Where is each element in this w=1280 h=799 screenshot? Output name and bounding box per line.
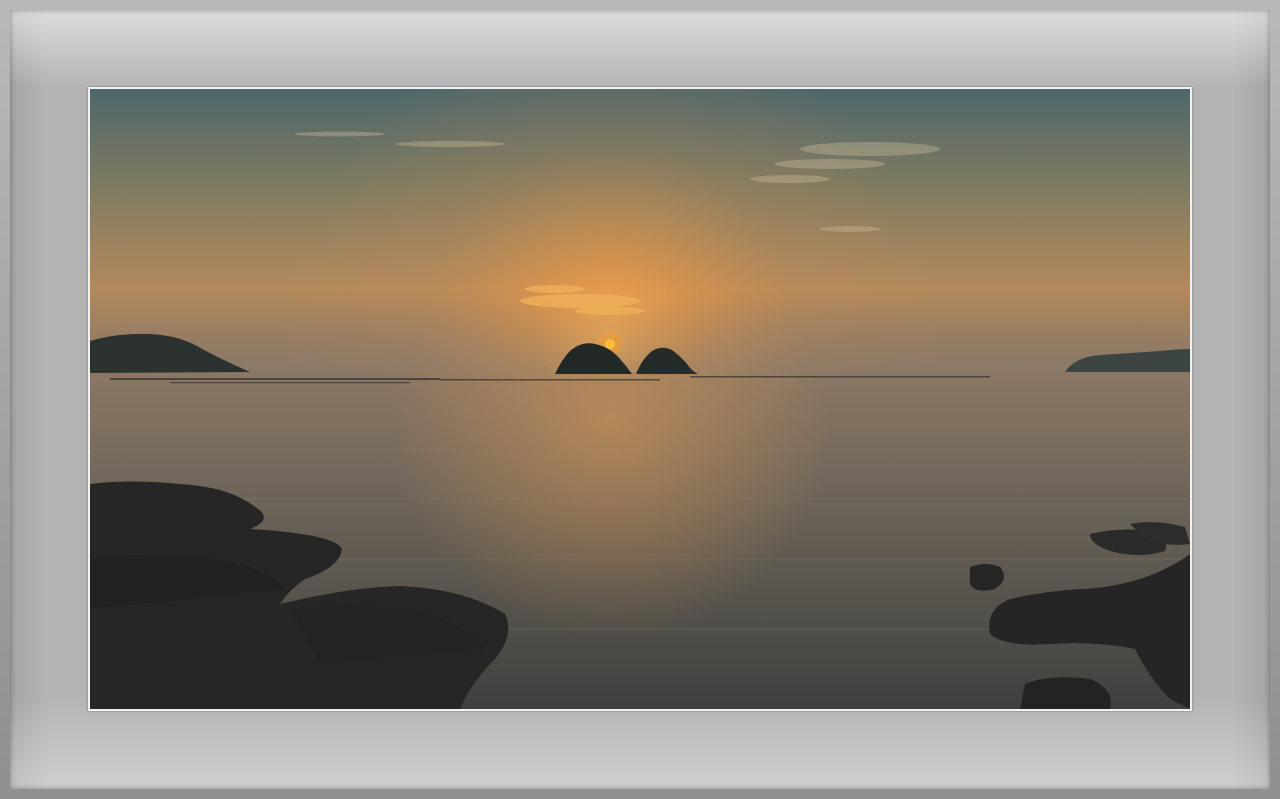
sunset-photo	[90, 89, 1190, 709]
